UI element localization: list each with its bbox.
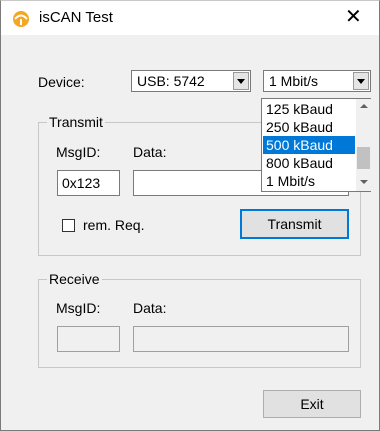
rem-req-label: rem. Req.: [83, 217, 145, 233]
bitrate-dropdown-button[interactable]: [353, 72, 369, 90]
device-port-dropdown-button[interactable]: [233, 72, 249, 90]
scrollbar-thumb[interactable]: [357, 147, 370, 169]
receive-msgid-field: [57, 326, 120, 352]
app-window: isCAN Test ✕ Device: USB: 5742 1 Mbit/s …: [0, 0, 380, 431]
chevron-down-icon: [357, 79, 365, 84]
rem-req-checkbox[interactable]: [62, 219, 75, 232]
app-logo-icon: [13, 11, 29, 27]
transmit-data-label: Data:: [133, 144, 167, 160]
chevron-down-icon: [360, 180, 368, 184]
chevron-up-icon: [360, 104, 368, 108]
exit-button-label: Exit: [300, 396, 324, 412]
bitrate-select[interactable]: 1 Mbit/s: [263, 70, 371, 92]
receive-group-label: Receive: [47, 271, 102, 287]
bitrate-dropdown-list[interactable]: 125 kBaud 250 kBaud 500 kBaud 800 kBaud …: [261, 98, 371, 192]
device-port-value: USB: 5742: [137, 73, 205, 89]
bitrate-option[interactable]: 250 kBaud: [263, 118, 355, 136]
title-bar[interactable]: isCAN Test ✕: [1, 1, 379, 35]
bitrate-option[interactable]: 800 kBaud: [263, 154, 355, 172]
bitrate-value: 1 Mbit/s: [269, 73, 319, 89]
chevron-down-icon: [237, 79, 245, 84]
transmit-msgid-input[interactable]: 0x123: [57, 170, 120, 196]
transmit-button-label: Transmit: [267, 216, 322, 232]
device-label: Device:: [38, 74, 85, 90]
receive-msgid-label: MsgID:: [56, 300, 101, 316]
transmit-msgid-label: MsgID:: [56, 144, 101, 160]
window-title: isCAN Test: [39, 9, 113, 26]
transmit-group-label: Transmit: [47, 114, 105, 130]
receive-group: Receive: [38, 271, 361, 368]
device-port-select[interactable]: USB: 5742: [131, 70, 251, 92]
close-icon[interactable]: ✕: [345, 7, 362, 27]
exit-button[interactable]: Exit: [263, 390, 361, 418]
transmit-msgid-value: 0x123: [62, 175, 101, 191]
dropdown-scrollbar[interactable]: [356, 99, 371, 191]
bitrate-option[interactable]: 125 kBaud: [263, 100, 355, 118]
scroll-down-button[interactable]: [356, 175, 371, 190]
transmit-button[interactable]: Transmit: [240, 209, 349, 239]
bitrate-option-selected[interactable]: 500 kBaud: [263, 136, 355, 154]
scroll-up-button[interactable]: [356, 99, 371, 114]
receive-data-field: [133, 326, 349, 352]
bitrate-option[interactable]: 1 Mbit/s: [263, 172, 355, 190]
receive-data-label: Data:: [133, 300, 167, 316]
